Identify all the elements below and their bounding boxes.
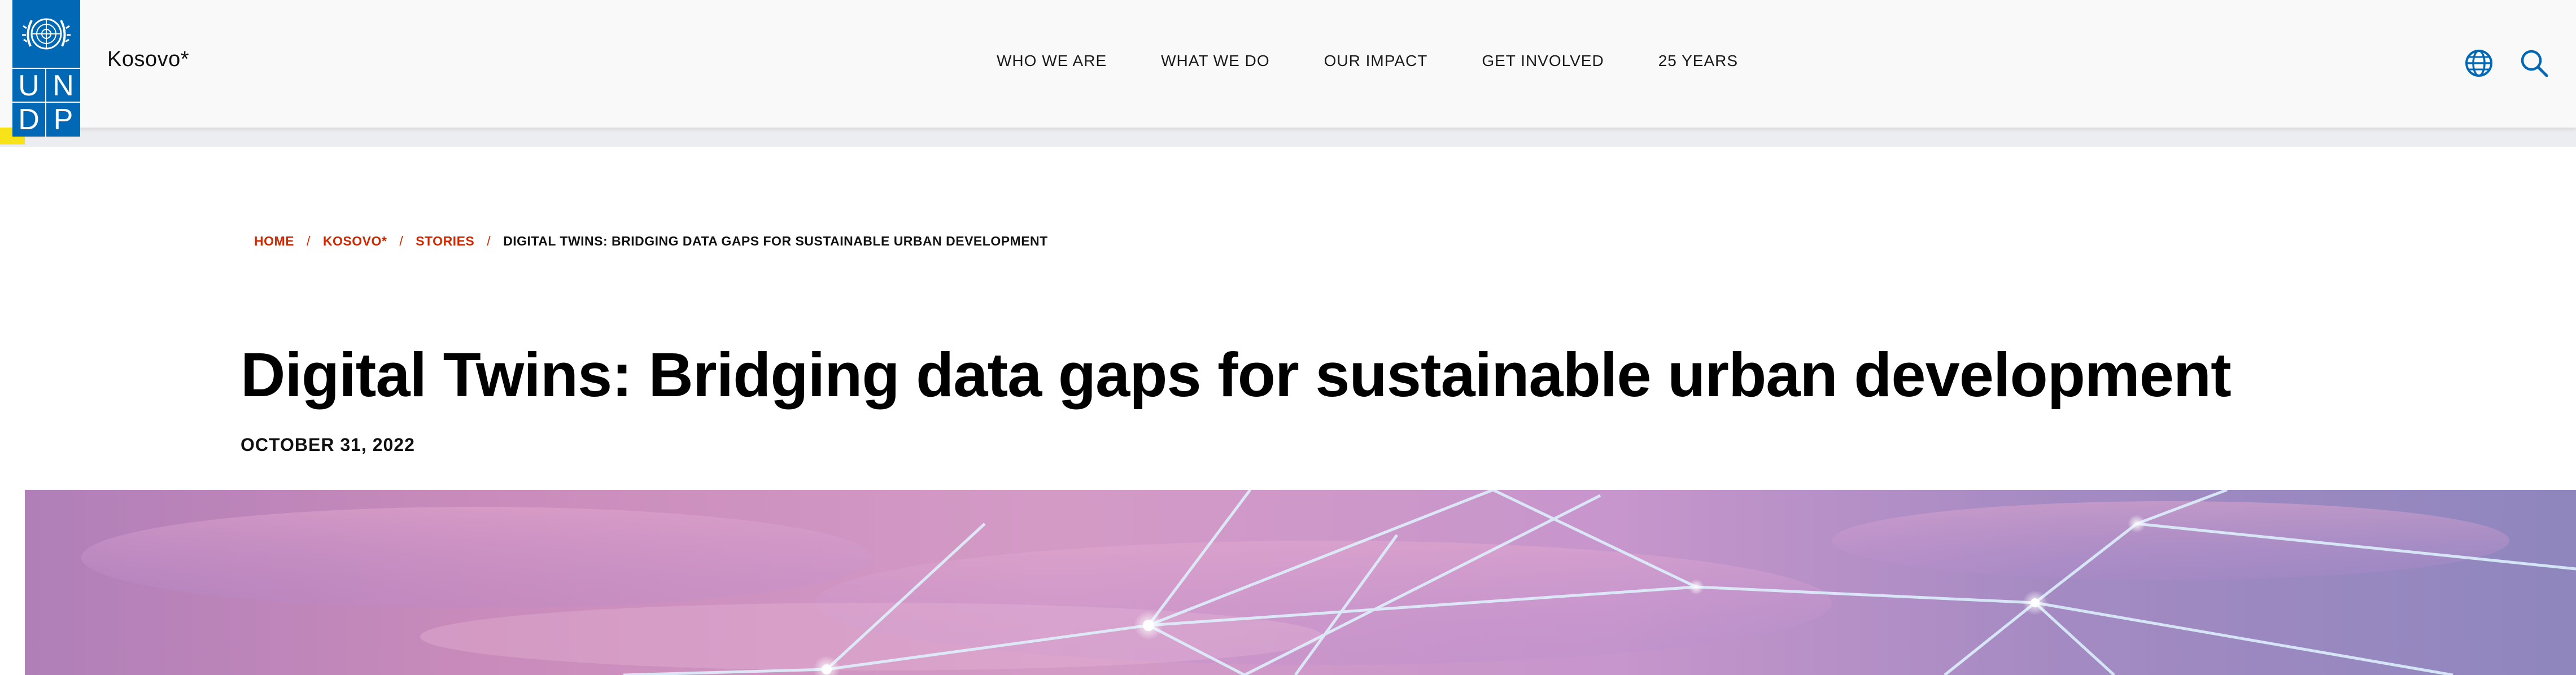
logo-row-un: U N	[12, 68, 80, 103]
header-divider-strip	[0, 128, 2576, 147]
undp-logo[interactable]: U N D P	[12, 0, 80, 137]
logo-letter: N	[53, 69, 74, 102]
nav-item-get-involved[interactable]: GET INVOLVED	[1482, 52, 1604, 70]
breadcrumb-separator: /	[307, 234, 311, 248]
breadcrumb-separator: /	[399, 234, 404, 248]
main-nav: WHO WE ARE WHAT WE DO OUR IMPACT GET INV…	[997, 52, 1738, 70]
un-emblem-icon	[12, 0, 80, 68]
breadcrumb: HOME / KOSOVO* / STORIES / DIGITAL TWINS…	[254, 234, 1048, 249]
breadcrumb-kosovo[interactable]: KOSOVO*	[323, 234, 387, 249]
page: Kosovo* WHO WE ARE WHAT WE DO OUR IMPACT…	[0, 0, 2576, 675]
hero-image	[25, 490, 2576, 675]
breadcrumb-current: DIGITAL TWINS: BRIDGING DATA GAPS FOR SU…	[503, 234, 1048, 248]
publish-date: OCTOBER 31, 2022	[241, 435, 415, 455]
nav-item-what-we-do[interactable]: WHAT WE DO	[1161, 52, 1270, 70]
breadcrumb-separator: /	[487, 234, 491, 248]
network-lines-graphic	[81, 490, 2576, 675]
logo-row-dp: D P	[12, 102, 80, 137]
nav-item-25-years[interactable]: 25 YEARS	[1658, 52, 1738, 70]
nav-item-who-we-are[interactable]: WHO WE ARE	[997, 52, 1107, 70]
logo-letter: D	[12, 103, 46, 137]
logo-letter: P	[53, 103, 73, 136]
breadcrumb-home[interactable]: HOME	[254, 234, 294, 249]
search-icon[interactable]	[2520, 49, 2549, 78]
site-header: Kosovo* WHO WE ARE WHAT WE DO OUR IMPACT…	[0, 0, 2576, 128]
site-name[interactable]: Kosovo*	[107, 47, 189, 72]
globe-icon[interactable]	[2464, 49, 2494, 78]
breadcrumb-stories[interactable]: STORIES	[416, 234, 474, 249]
logo-letter: U	[12, 69, 46, 103]
page-title: Digital Twins: Bridging data gaps for su…	[241, 340, 2232, 410]
nav-item-our-impact[interactable]: OUR IMPACT	[1324, 52, 1428, 70]
